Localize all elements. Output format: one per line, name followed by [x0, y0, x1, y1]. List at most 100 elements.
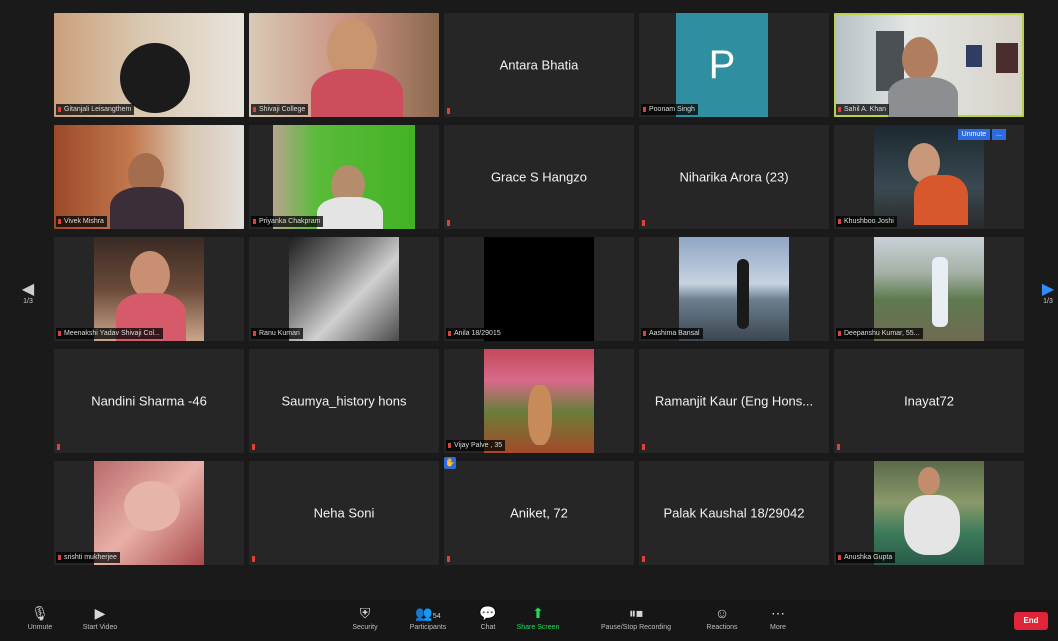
- video-feed: [679, 237, 789, 341]
- video-feed: [54, 13, 244, 117]
- participant-name-label: Anushka Gupta: [836, 552, 896, 563]
- participants-count: 54: [432, 613, 441, 620]
- reactions-button[interactable]: ☺ Reactions: [700, 604, 744, 631]
- video-feed: [94, 237, 204, 341]
- reaction-emoji-icon: ☺: [714, 605, 730, 621]
- video-feed: [484, 349, 594, 453]
- share-screen-icon: ⬆: [532, 605, 544, 621]
- participant-name: Aniket, 72: [510, 505, 568, 521]
- participant-tile[interactable]: Unmute ... Khushboo Joshi: [834, 125, 1024, 229]
- participant-name-label: Sahil A. Khan: [836, 104, 890, 115]
- pause-stop-icon: ⏸⏹: [629, 605, 643, 621]
- share-screen-button[interactable]: ⬆ Share Screen: [508, 604, 568, 631]
- video-feed: [874, 125, 984, 229]
- participant-name: Inayat72: [904, 393, 954, 409]
- participant-name-label: Meenakshi Yadav Shivaji Col...: [56, 328, 163, 339]
- chat-bubble-icon: 💬: [479, 605, 497, 621]
- muted-mic-icon: [57, 444, 60, 450]
- unmute-button[interactable]: 🎙 Unmute: [20, 604, 60, 631]
- participant-tile[interactable]: P Poonam Singh: [639, 13, 829, 117]
- shield-icon: ⛨: [359, 605, 371, 621]
- participant-tile[interactable]: Shivaji College: [249, 13, 439, 117]
- participant-name-label: Gitanjali Leisangthem: [56, 104, 135, 115]
- participant-name-label: Shivaji College: [251, 104, 309, 115]
- participant-tile[interactable]: Ramanjit Kaur (Eng Hons...: [639, 349, 829, 453]
- muted-mic-icon: [642, 220, 645, 226]
- video-feed: [874, 237, 984, 341]
- video-camera-icon: ▶: [94, 605, 106, 621]
- muted-mic-icon: [447, 220, 450, 226]
- participant-tile[interactable]: Aashima Bansal: [639, 237, 829, 341]
- avatar: P: [676, 13, 768, 117]
- participant-tile[interactable]: Nandini Sharma -46: [54, 349, 244, 453]
- participant-tile[interactable]: ✋ Aniket, 72: [444, 457, 634, 565]
- participant-tile[interactable]: Meenakshi Yadav Shivaji Col...: [54, 237, 244, 341]
- participant-name: Nandini Sharma -46: [91, 393, 207, 409]
- gallery-grid: Gitanjali Leisangthem Shivaji College An…: [54, 13, 1024, 567]
- next-page-button[interactable]: ▶ 1/3: [1040, 281, 1056, 306]
- muted-microphone-icon: 🎙: [31, 605, 49, 621]
- more-options-button[interactable]: ...: [992, 129, 1006, 140]
- reactions-label: Reactions: [706, 624, 738, 631]
- share-screen-label: Share Screen: [516, 624, 560, 631]
- participant-name: Palak Kaushal 18/29042: [663, 505, 805, 521]
- participant-name: Saumya_history hons: [281, 393, 407, 409]
- participant-tile[interactable]: Vivek Mishra: [54, 125, 244, 229]
- participant-tile[interactable]: Priyanka Chakpram: [249, 125, 439, 229]
- participant-name-label: Khushboo Joshi: [836, 216, 897, 227]
- participants-button[interactable]: 👥54 Participants: [400, 604, 456, 631]
- video-feed: [273, 125, 415, 229]
- participant-tile[interactable]: Deepanshu Kumar, 55...: [834, 237, 1024, 341]
- muted-mic-icon: [447, 556, 450, 562]
- muted-mic-icon: [447, 108, 450, 114]
- participant-name-label: Priyanka Chakpram: [251, 216, 324, 227]
- participant-name: Antara Bhatia: [499, 57, 579, 73]
- muted-mic-icon: [252, 556, 255, 562]
- video-feed: [249, 13, 439, 117]
- participant-tile[interactable]: Grace S Hangzo: [444, 125, 634, 229]
- chevron-right-icon: ▶: [1041, 281, 1055, 298]
- participant-tile[interactable]: Niharika Arora (23): [639, 125, 829, 229]
- security-label: Security: [352, 624, 378, 631]
- participant-tile[interactable]: Gitanjali Leisangthem: [54, 13, 244, 117]
- participant-name-label: Vijay Palve , 35: [446, 440, 506, 451]
- chevron-left-icon: ◀: [21, 281, 35, 298]
- participant-name-label: srishti mukherjee: [56, 552, 120, 563]
- participant-name-label: Aashima Bansal: [641, 328, 703, 339]
- muted-mic-icon: [642, 444, 645, 450]
- video-feed: [289, 237, 399, 341]
- participant-tile[interactable]: Anila 18/29015: [444, 237, 634, 341]
- participants-icon: 👥54: [415, 605, 441, 621]
- muted-mic-icon: [252, 444, 255, 450]
- page-indicator-right: 1/3: [1043, 298, 1053, 305]
- participant-name: Neha Soni: [313, 505, 375, 521]
- chat-button[interactable]: 💬 Chat: [470, 604, 506, 631]
- meeting-toolbar: 🎙 Unmute ▶ Start Video ⛨ Security 👥54 Pa…: [0, 600, 1058, 641]
- participant-tile[interactable]: Inayat72: [834, 349, 1024, 453]
- chat-label: Chat: [480, 624, 496, 631]
- participant-tile[interactable]: Saumya_history hons: [249, 349, 439, 453]
- participant-tile[interactable]: Palak Kaushal 18/29042: [639, 461, 829, 565]
- participant-tile[interactable]: Antara Bhatia: [444, 13, 634, 117]
- previous-page-button[interactable]: ◀ 1/3: [20, 281, 36, 306]
- participant-name-label: Poonam Singh: [641, 104, 698, 115]
- end-meeting-button[interactable]: End: [1014, 612, 1048, 630]
- participant-tile-active-speaker[interactable]: Sahil A. Khan: [834, 13, 1024, 117]
- participant-name-label: Deepanshu Kumar, 55...: [836, 328, 923, 339]
- participant-name-label: Ranu Kumari: [251, 328, 303, 339]
- unmute-participant-button[interactable]: Unmute: [957, 129, 991, 140]
- pause-stop-recording-button[interactable]: ⏸⏹ Pause/Stop Recording: [588, 604, 684, 631]
- participant-tile[interactable]: srishti mukherjee: [54, 461, 244, 565]
- participant-tile[interactable]: Ranu Kumari: [249, 237, 439, 341]
- recording-label: Pause/Stop Recording: [600, 624, 672, 631]
- start-video-label: Start Video: [82, 624, 118, 631]
- participant-tile[interactable]: Neha Soni: [249, 461, 439, 565]
- more-button[interactable]: ⋯ More: [760, 604, 796, 631]
- participant-tile[interactable]: Vijay Palve , 35: [444, 349, 634, 453]
- start-video-button[interactable]: ▶ Start Video: [78, 604, 122, 631]
- participant-name: Grace S Hangzo: [490, 169, 588, 185]
- security-button[interactable]: ⛨ Security: [345, 604, 385, 631]
- muted-mic-icon: [837, 444, 840, 450]
- video-feed: [484, 237, 594, 341]
- participant-tile[interactable]: Anushka Gupta: [834, 461, 1024, 565]
